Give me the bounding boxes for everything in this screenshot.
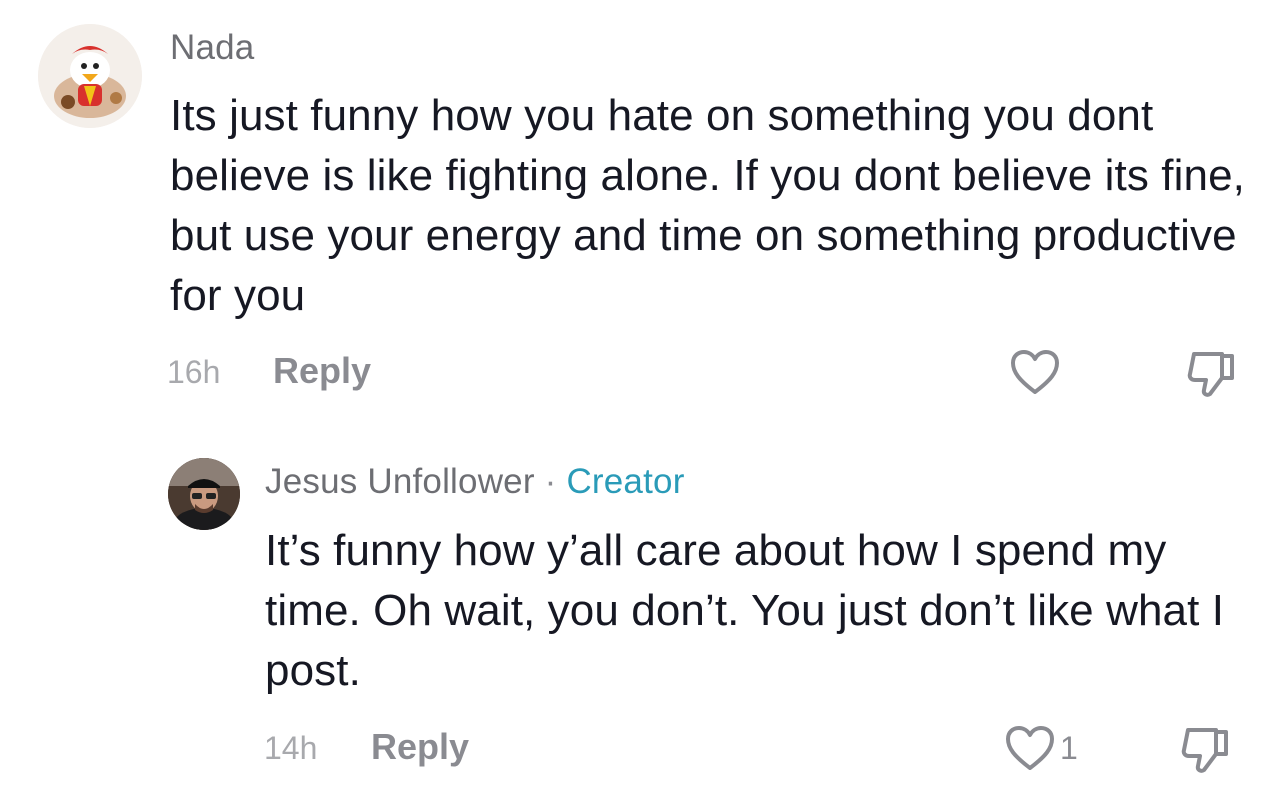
man-photo-avatar-icon: [168, 458, 240, 530]
dislike-button[interactable]: [1180, 724, 1232, 776]
comment-text: It’s funny how y’all care about how I sp…: [265, 526, 1225, 695]
creator-badge: Creator: [566, 462, 685, 501]
comment-username[interactable]: Nada: [170, 28, 254, 68]
avatar[interactable]: [168, 458, 240, 530]
duck-avatar-icon: [38, 24, 142, 128]
avatar[interactable]: [38, 24, 142, 128]
dislike-button[interactable]: [1186, 348, 1238, 400]
comment-text: Its just funny how you hate on something…: [170, 91, 1245, 320]
comment-timestamp: 16h: [167, 354, 221, 390]
like-count: 1: [1060, 730, 1078, 766]
reply-button[interactable]: Reply: [371, 726, 469, 768]
thumbs-down-outline-icon: [1187, 352, 1234, 397]
heart-outline-icon: [1011, 350, 1059, 394]
username-text[interactable]: Jesus Unfollower: [265, 462, 535, 501]
like-button[interactable]: [1004, 724, 1056, 772]
comment-username[interactable]: Jesus Unfollower · Creator: [265, 462, 685, 502]
thumbs-down-outline-icon: [1181, 728, 1228, 773]
comment-timestamp: 14h: [264, 730, 318, 766]
like-button[interactable]: [1009, 348, 1061, 396]
separator-dot: ·: [544, 462, 557, 501]
reply-button[interactable]: Reply: [273, 350, 371, 392]
heart-outline-icon: [1006, 726, 1054, 770]
